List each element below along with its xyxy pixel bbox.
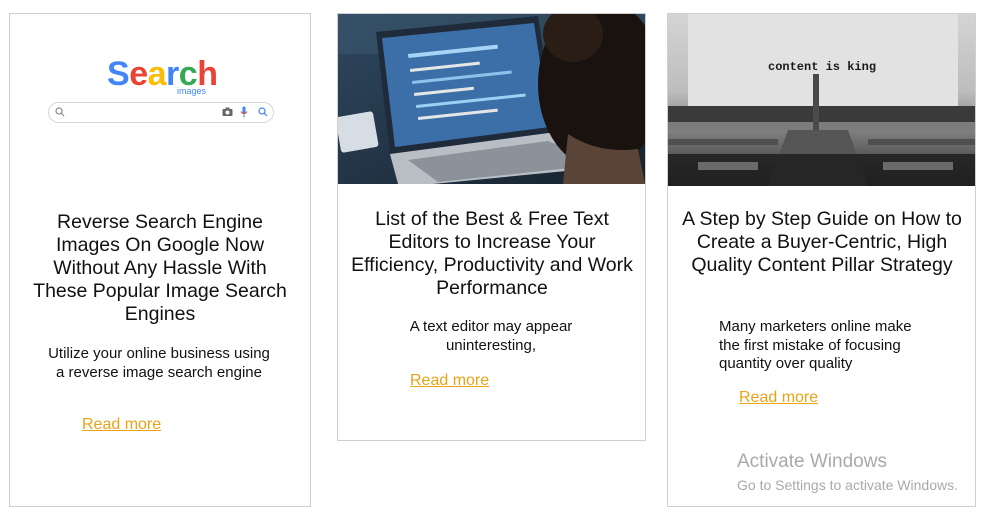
windows-activation-watermark-title: Activate Windows [737, 451, 887, 472]
search-icon [55, 107, 65, 117]
search-bar-illustration [48, 102, 274, 123]
card-title[interactable]: A Step by Step Guide on How to Create a … [676, 208, 968, 277]
read-more-link[interactable]: Read more [739, 389, 818, 407]
microphone-icon [240, 106, 248, 118]
camera-icon [222, 107, 233, 116]
card-excerpt: A text editor may appear uninteresting, [409, 318, 573, 354]
logo-letter: S [107, 55, 130, 93]
laptop-photo-illustration [338, 14, 645, 184]
article-card-content-pillar[interactable]: content is king A Step by Step Guide on … [667, 13, 976, 507]
card-image-typewriter-photo[interactable]: content is king [668, 14, 975, 186]
windows-activation-watermark-subtitle: Go to Settings to activate Windows. [737, 477, 958, 493]
article-card-reverse-image-search[interactable]: Search images Reverse Search Engine Imag… [9, 13, 311, 507]
card-image-search-engine[interactable]: Search images [10, 14, 310, 204]
card-title[interactable]: Reverse Search Engine Images On Google N… [24, 211, 296, 326]
card-image-laptop-photo[interactable] [338, 14, 645, 184]
typewriter-caption: content is king [768, 60, 876, 74]
card-excerpt: Many marketers online make the first mis… [719, 318, 912, 372]
logo-letter: a [147, 55, 167, 93]
search-icon [258, 107, 268, 117]
search-logo-subtitle: images [177, 86, 207, 96]
read-more-link[interactable]: Read more [410, 372, 489, 390]
typewriter-photo-illustration: content is king [668, 14, 975, 186]
card-excerpt: Utilize your online business using a rev… [48, 345, 270, 381]
read-more-link[interactable]: Read more [82, 416, 161, 434]
card-title[interactable]: List of the Best & Free Text Editors to … [346, 208, 638, 300]
logo-letter: e [129, 55, 148, 93]
article-card-text-editors[interactable]: List of the Best & Free Text Editors to … [337, 13, 646, 441]
